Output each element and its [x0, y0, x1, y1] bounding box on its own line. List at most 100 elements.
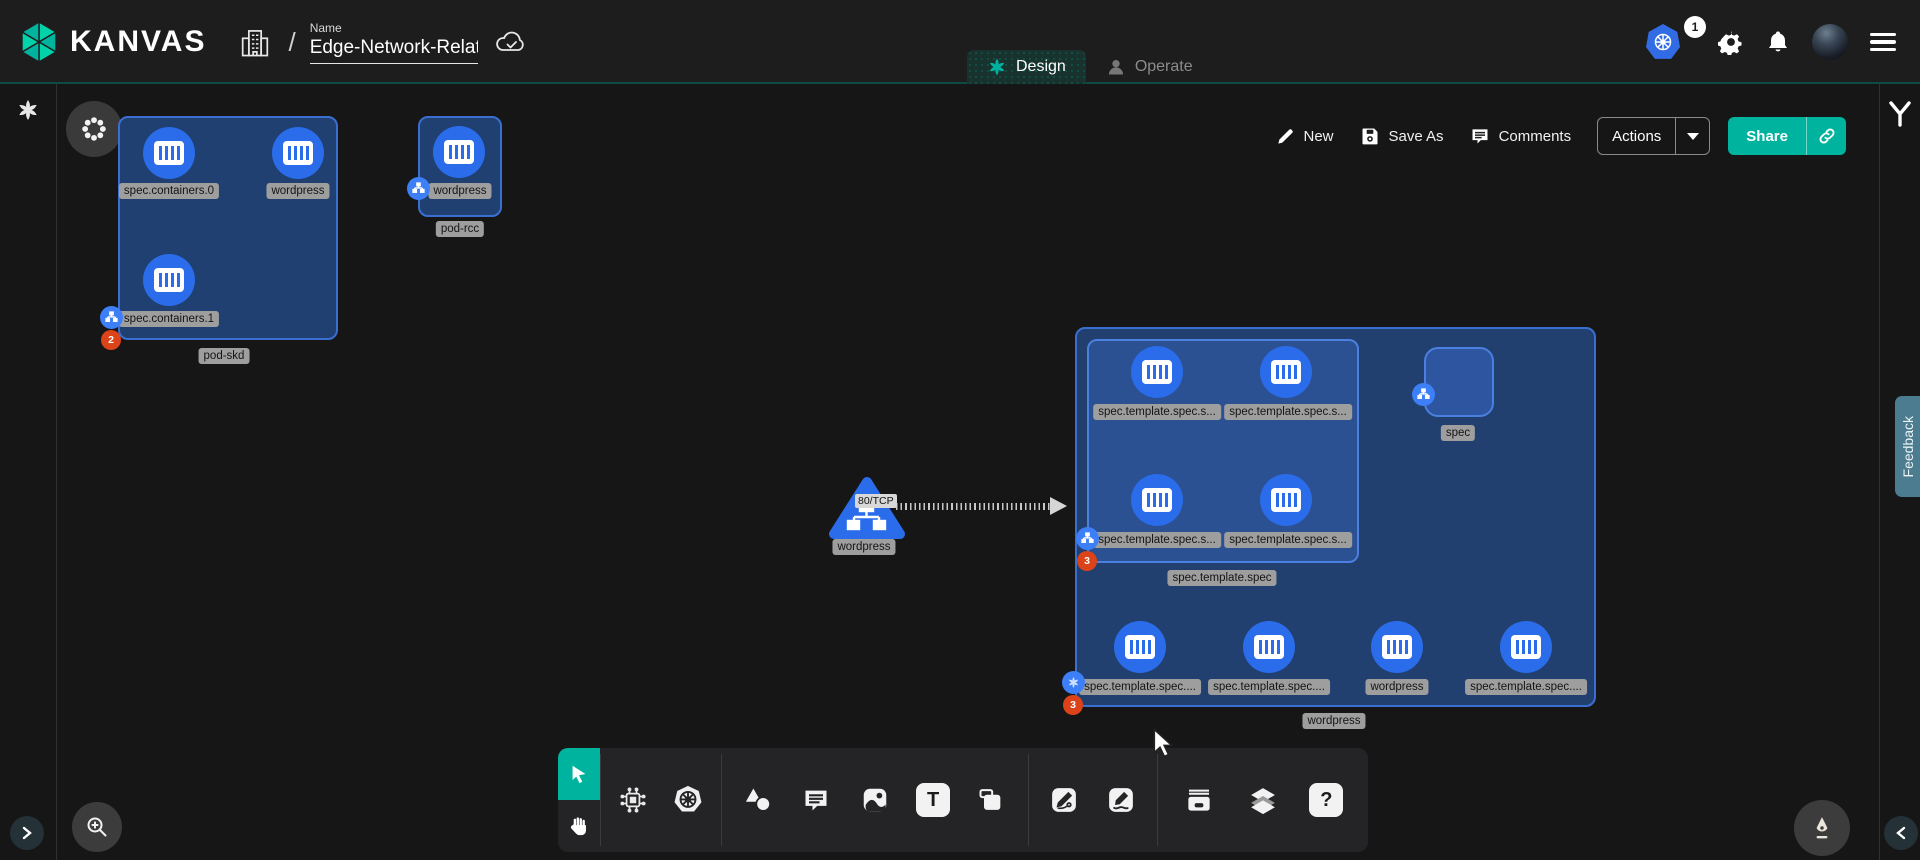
design-action-bar: New Save As Comments Actions Share [1276, 117, 1847, 155]
comment-tool-button[interactable] [794, 778, 838, 822]
feedback-tab[interactable]: Feedback [1895, 396, 1920, 497]
node-deployment-container[interactable] [1500, 621, 1552, 673]
actions-dropdown-caret[interactable] [1675, 118, 1709, 154]
organization-icon[interactable] [240, 26, 270, 58]
share-label[interactable]: Share [1728, 117, 1806, 155]
share-split-button[interactable]: Share [1728, 117, 1846, 155]
node-label: wordpress [1365, 679, 1428, 695]
select-tool-button[interactable] [558, 748, 600, 800]
pod-skd-count-badge[interactable]: 2 [101, 330, 121, 350]
design-name-input[interactable] [310, 37, 478, 64]
save-icon [1360, 126, 1380, 146]
node-wordpress-container[interactable] [433, 126, 485, 178]
node-template-container[interactable] [1131, 474, 1183, 526]
tab-design[interactable]: Design [967, 50, 1086, 84]
text-tool-button[interactable]: T [911, 778, 955, 822]
save-as-button[interactable]: Save As [1360, 126, 1444, 146]
validator-y-icon[interactable] [1887, 100, 1913, 128]
freehand-pencil-icon [1106, 785, 1136, 815]
container-icon [1271, 360, 1301, 384]
expand-left-panel-button[interactable] [10, 816, 44, 850]
shapes-icon [743, 786, 773, 814]
node-wordpress-container[interactable] [272, 127, 324, 179]
note-tool-button[interactable] [969, 778, 1013, 822]
comment-icon [1470, 126, 1490, 146]
layers-tool-button[interactable] [1241, 778, 1285, 822]
canvas-toolbar: T [558, 748, 1368, 852]
hierarchy-icon [412, 182, 425, 195]
node-service-wordpress[interactable] [828, 476, 906, 544]
node-label: spec.template.spec.s... [1093, 532, 1221, 548]
mouse-cursor [1150, 728, 1176, 758]
node-label: spec.template.spec.s... [1224, 404, 1352, 420]
pen-nib-icon [1809, 815, 1835, 841]
freehand-draw-tool-button[interactable] [1099, 778, 1143, 822]
container-icon [1271, 488, 1301, 512]
comments-button[interactable]: Comments [1470, 126, 1572, 146]
new-button[interactable]: New [1276, 127, 1334, 146]
kanvas-logo-icon [18, 20, 60, 64]
hand-pan-icon [568, 815, 590, 837]
save-as-label: Save As [1389, 128, 1444, 145]
spec-relationship-badge[interactable] [1412, 383, 1435, 406]
deployment-meshery-badge[interactable] [1062, 671, 1085, 694]
drawer-tool-button[interactable] [1177, 778, 1221, 822]
design-name-label: Name [310, 21, 478, 35]
group-spec[interactable] [1424, 347, 1494, 417]
group-spec-template-spec[interactable] [1087, 339, 1359, 563]
settings-gear-icon[interactable] [1718, 29, 1744, 55]
notifications-bell-icon[interactable] [1766, 29, 1790, 55]
brand[interactable]: KANVAS [18, 20, 206, 64]
group-label-spec: spec [1441, 425, 1475, 441]
actions-label[interactable]: Actions [1598, 118, 1675, 154]
canvas-widgets-button[interactable] [66, 101, 122, 157]
chevron-left-icon [1894, 826, 1908, 840]
node-label: wordpress [266, 183, 329, 199]
node-deployment-container[interactable] [1114, 621, 1166, 673]
node-label: spec.template.spec.... [1079, 679, 1201, 695]
kubernetes-tool-button[interactable] [666, 778, 710, 822]
node-spec-containers-1[interactable] [143, 254, 195, 306]
user-avatar[interactable] [1812, 24, 1848, 60]
vector-pen-tool-button[interactable] [1042, 778, 1086, 822]
node-template-container[interactable] [1131, 346, 1183, 398]
actions-split-button[interactable]: Actions [1597, 117, 1710, 155]
service-edge[interactable] [896, 503, 1056, 510]
node-template-container[interactable] [1260, 346, 1312, 398]
expand-right-panel-button[interactable] [1884, 816, 1918, 850]
deployment-count-badge[interactable]: 3 [1063, 695, 1083, 715]
brand-name: KANVAS [70, 25, 206, 59]
node-label: spec.template.spec.... [1208, 679, 1330, 695]
copy-link-button[interactable] [1806, 117, 1846, 155]
menu-hamburger-icon[interactable] [1870, 29, 1896, 56]
node-label: spec.containers.1 [119, 311, 219, 327]
pod-relationship-badge[interactable] [100, 306, 123, 329]
template-relationship-badge[interactable] [1076, 527, 1099, 550]
kubernetes-context-button[interactable]: 1 [1646, 24, 1680, 60]
node-template-container[interactable] [1260, 474, 1312, 526]
pod-relationship-badge[interactable] [407, 177, 430, 200]
pen-mode-button[interactable] [1794, 800, 1850, 856]
mode-tabs: Design Operate [967, 50, 1213, 84]
edge-arrowhead [1050, 497, 1067, 515]
group-label-pod-skd: pod-skd [199, 348, 250, 364]
zoom-button[interactable] [72, 802, 122, 852]
tab-operate[interactable]: Operate [1086, 50, 1213, 84]
node-deployment-container[interactable] [1371, 621, 1423, 673]
edge-port-label: 80/TCP [855, 494, 897, 508]
node-spec-containers-0[interactable] [143, 127, 195, 179]
node-label: spec.template.spec.s... [1093, 404, 1221, 420]
caret-down-icon [1687, 133, 1699, 140]
node-deployment-container[interactable] [1243, 621, 1295, 673]
image-tool-button[interactable] [853, 778, 897, 822]
shapes-tool-button[interactable] [736, 778, 780, 822]
components-tool-button[interactable] [611, 778, 655, 822]
help-tool-button[interactable]: ? [1304, 778, 1348, 822]
service-label: wordpress [832, 539, 895, 555]
breadcrumb-separator: / [288, 27, 295, 58]
pan-tool-button[interactable] [558, 800, 600, 852]
tab-design-label: Design [1016, 58, 1066, 76]
layers-icon [1248, 785, 1278, 815]
template-count-badge[interactable]: 3 [1077, 551, 1097, 571]
left-rail [0, 84, 57, 860]
